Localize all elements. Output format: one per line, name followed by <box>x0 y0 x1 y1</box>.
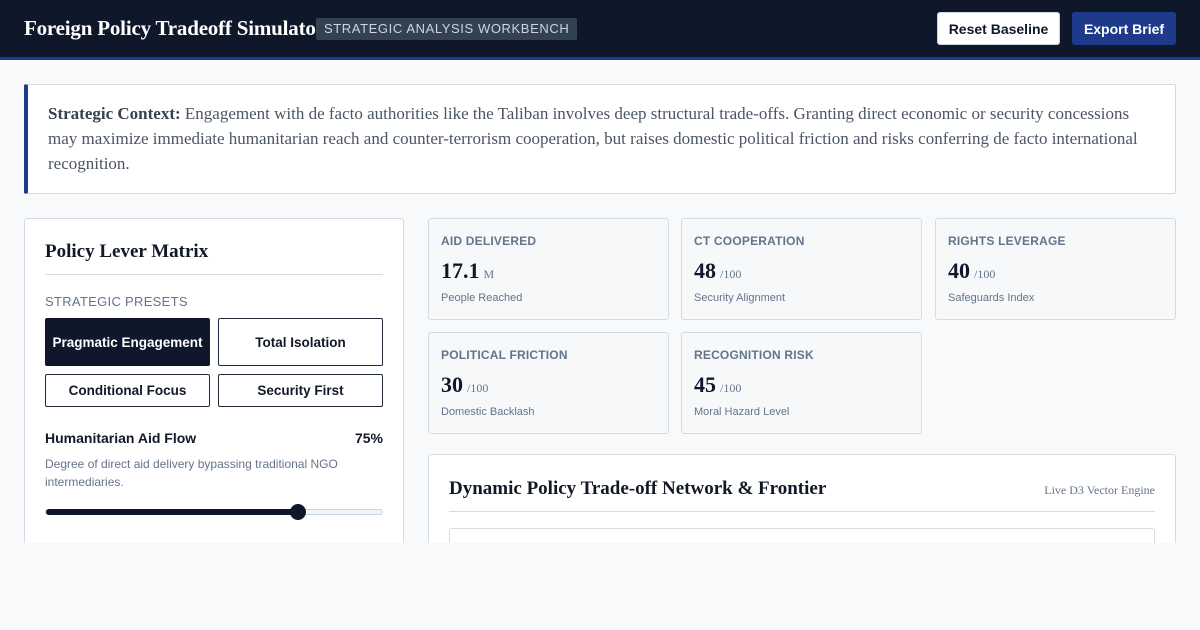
metric-label: POLITICAL FRICTION <box>441 348 568 362</box>
presets-label: STRATEGIC PRESETS <box>45 294 188 309</box>
metric-label: CT COOPERATION <box>694 234 805 248</box>
metric-card-ct-cooperation: CT COOPERATION 48/100 Security Alignment <box>681 218 922 320</box>
metric-unit: /100 <box>974 267 996 281</box>
metric-unit: M <box>483 267 495 281</box>
metric-number: 48 <box>694 258 716 283</box>
engine-tag: Live D3 Vector Engine <box>1044 483 1155 497</box>
divider <box>45 274 383 275</box>
divider <box>449 511 1155 512</box>
metric-label: AID DELIVERED <box>441 234 537 248</box>
metric-label: RIGHTS LEVERAGE <box>948 234 1066 248</box>
metric-card-aid-delivered: AID DELIVERED 17.1 M People Reached <box>428 218 669 320</box>
metric-card-rights-leverage: RIGHTS LEVERAGE 40/100 Safeguards Index <box>935 218 1176 320</box>
network-title: Dynamic Policy Trade-off Network & Front… <box>449 478 827 499</box>
metric-number: 30 <box>441 372 463 397</box>
metric-label: RECOGNITION RISK <box>694 348 814 362</box>
preset-conditional-focus-button[interactable]: Conditional Focus <box>45 374 210 407</box>
context-text: Engagement with de facto authorities lik… <box>48 104 1138 173</box>
metric-value: 30/100 <box>441 372 488 398</box>
metric-subtitle: Domestic Backlash <box>441 406 535 418</box>
metric-unit: /100 <box>720 381 742 395</box>
app-title: Foreign Policy Tradeoff Simulator <box>24 16 325 40</box>
viewport-cutoff <box>0 543 1200 630</box>
slider-thumb[interactable] <box>290 504 306 520</box>
metric-value: 45/100 <box>694 372 741 398</box>
preset-total-isolation-button[interactable]: Total Isolation <box>218 318 383 366</box>
context-label: Strategic Context: <box>48 104 181 123</box>
app-header: Foreign Policy Tradeoff Simulator STRATE… <box>0 0 1200 60</box>
slider-description: Degree of direct aid delivery bypassing … <box>45 457 338 489</box>
strategic-context-banner: Strategic Context: Engagement with de fa… <box>24 84 1176 194</box>
metric-subtitle: Moral Hazard Level <box>694 406 790 418</box>
slider-value: 75% <box>354 430 383 446</box>
preset-pragmatic-engagement-button[interactable]: Pragmatic Engagement <box>45 318 210 366</box>
metric-unit: /100 <box>467 381 489 395</box>
metric-value: 48/100 <box>694 258 741 284</box>
export-brief-button[interactable]: Export Brief <box>1072 12 1176 45</box>
metric-subtitle: Security Alignment <box>694 292 786 304</box>
metric-value: 40/100 <box>948 258 995 284</box>
metric-subtitle: People Reached <box>441 292 523 304</box>
metric-number: 40 <box>948 258 970 283</box>
preset-security-first-button[interactable]: Security First <box>218 374 383 407</box>
metric-value: 17.1 M <box>441 258 494 284</box>
metric-unit: /100 <box>720 267 742 281</box>
policy-lever-panel: Policy Lever Matrix STRATEGIC PRESETS Pr… <box>24 218 404 578</box>
metric-card-recognition-risk: RECOGNITION RISK 45/100 Moral Hazard Lev… <box>681 332 922 434</box>
humanitarian-aid-slider[interactable] <box>45 504 383 520</box>
metric-subtitle: Safeguards Index <box>948 292 1035 304</box>
panel-title: Policy Lever Matrix <box>45 241 209 262</box>
slider-fill <box>46 509 298 515</box>
reset-baseline-button[interactable]: Reset Baseline <box>937 12 1060 45</box>
metric-number: 17.1 <box>441 258 480 283</box>
metric-number: 45 <box>694 372 716 397</box>
slider-label: Humanitarian Aid Flow <box>45 430 197 446</box>
workbench-badge: STRATEGIC ANALYSIS WORKBENCH <box>316 18 578 40</box>
metric-card-political-friction: POLITICAL FRICTION 30/100 Domestic Backl… <box>428 332 669 434</box>
